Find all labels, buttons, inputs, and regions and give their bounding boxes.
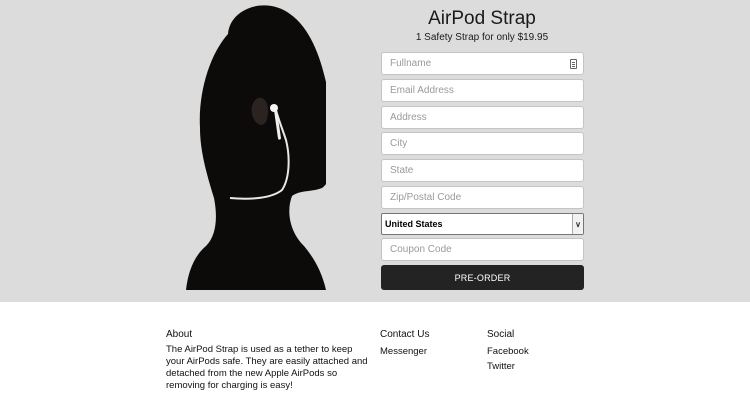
- model-portrait-image: [186, 5, 326, 290]
- zip-field[interactable]: [381, 186, 584, 209]
- fullname-input[interactable]: [390, 58, 583, 69]
- facebook-link[interactable]: Facebook: [487, 344, 577, 359]
- country-select[interactable]: United States ∨: [381, 213, 584, 235]
- address-input[interactable]: [390, 112, 583, 123]
- state-field[interactable]: [381, 159, 584, 182]
- footer-about: About The AirPod Strap is used as a teth…: [166, 329, 372, 392]
- footer-contact: Contact Us Messenger: [380, 329, 470, 359]
- about-text: The AirPod Strap is used as a tether to …: [166, 344, 368, 391]
- coupon-field[interactable]: [381, 238, 584, 261]
- email-field[interactable]: [381, 79, 584, 102]
- contact-heading: Contact Us: [380, 329, 430, 340]
- contact-card-icon[interactable]: [570, 59, 577, 69]
- city-input[interactable]: [390, 138, 583, 149]
- chevron-down-icon[interactable]: ∨: [572, 214, 583, 234]
- city-field[interactable]: [381, 132, 584, 155]
- about-heading: About: [166, 329, 193, 340]
- email-input[interactable]: [390, 85, 583, 96]
- coupon-input[interactable]: [390, 244, 583, 255]
- footer-social: Social Facebook Twitter: [487, 329, 577, 374]
- preorder-button[interactable]: PRE-ORDER: [381, 265, 584, 290]
- country-selected-value: United States: [385, 219, 443, 229]
- state-input[interactable]: [390, 165, 583, 176]
- social-heading: Social: [487, 329, 515, 340]
- address-field[interactable]: [381, 106, 584, 129]
- product-title: AirPod Strap: [428, 8, 536, 29]
- hero-section: [0, 0, 750, 302]
- product-price-subtitle: 1 Safety Strap for only $19.95: [415, 32, 549, 43]
- twitter-link[interactable]: Twitter: [487, 359, 577, 374]
- messenger-link[interactable]: Messenger: [380, 344, 470, 359]
- fullname-field[interactable]: [381, 52, 584, 75]
- zip-input[interactable]: [390, 192, 583, 203]
